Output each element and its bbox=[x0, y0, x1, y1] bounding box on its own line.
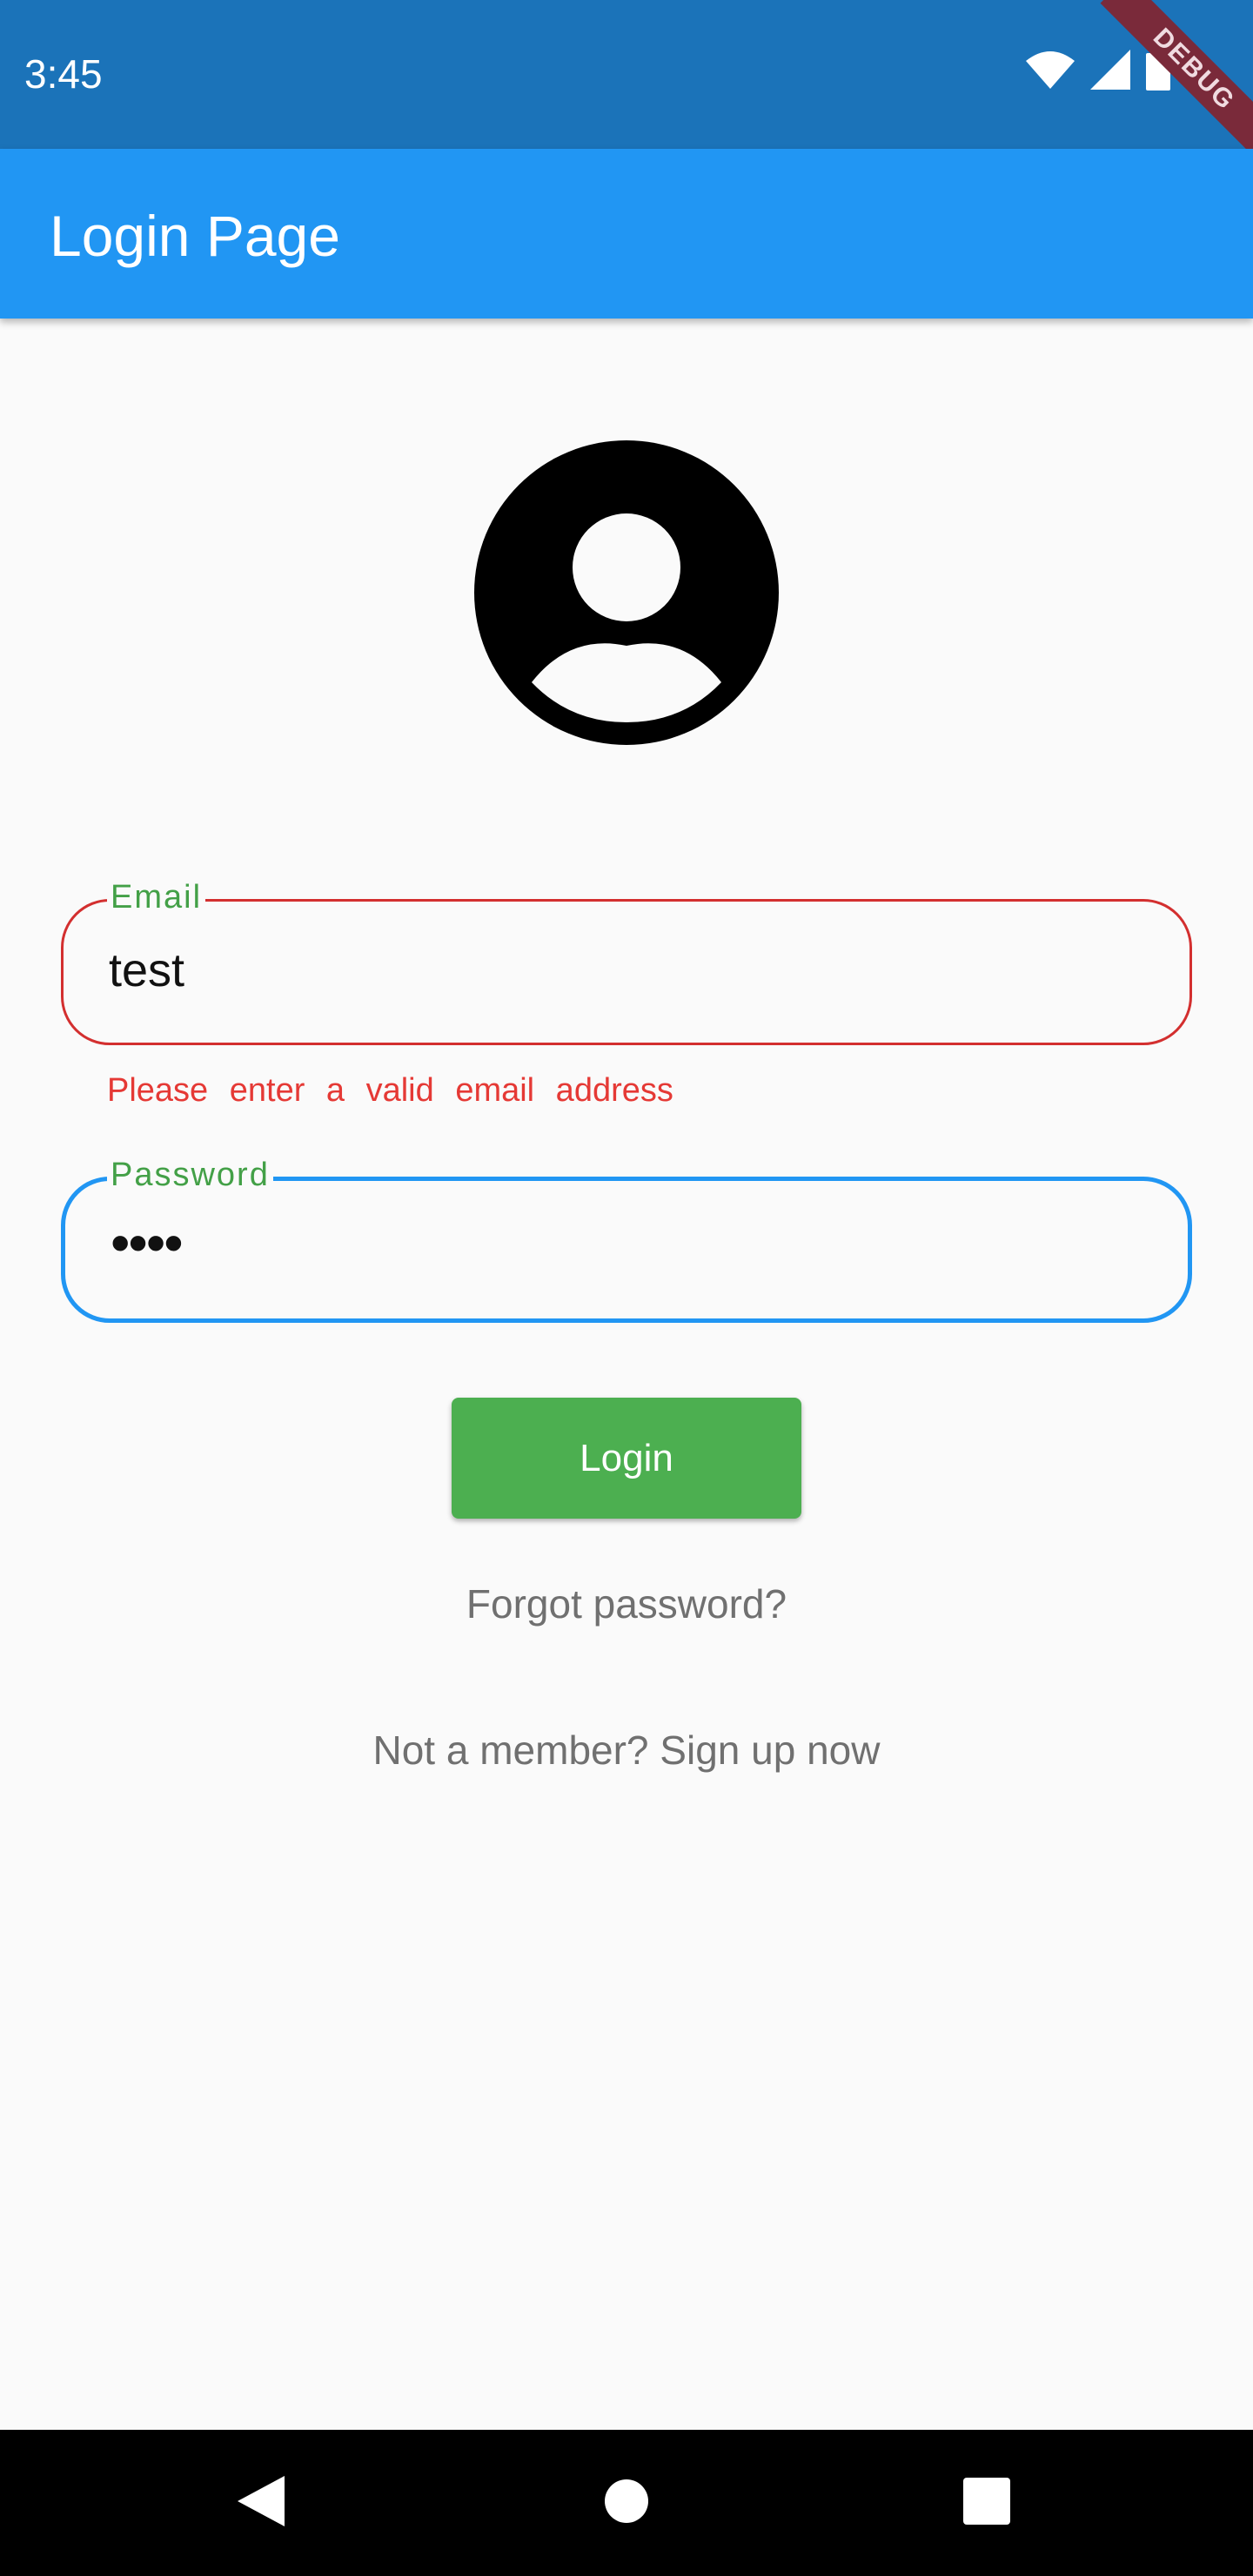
status-time: 3:45 bbox=[24, 51, 103, 97]
account-circle-icon bbox=[474, 440, 779, 745]
back-icon bbox=[238, 2475, 285, 2531]
email-label: Email bbox=[107, 878, 206, 916]
recents-button[interactable] bbox=[917, 2430, 1056, 2576]
status-bar: 3:45 bbox=[0, 0, 1253, 149]
login-button[interactable]: Login bbox=[452, 1398, 801, 1519]
navigation-bar bbox=[0, 2430, 1253, 2576]
wifi-icon bbox=[1026, 50, 1075, 89]
app-bar: Login Page bbox=[0, 149, 1253, 319]
cell-signal-icon bbox=[1090, 50, 1130, 90]
password-field[interactable]: Password •••• bbox=[61, 1156, 1192, 1323]
forgot-password-link[interactable]: Forgot password? bbox=[0, 1580, 1253, 1627]
back-button[interactable] bbox=[191, 2430, 331, 2576]
password-label: Password bbox=[107, 1156, 273, 1194]
email-input-value[interactable]: test bbox=[109, 943, 184, 997]
status-icons bbox=[1026, 49, 1170, 91]
home-button[interactable] bbox=[557, 2430, 696, 2576]
battery-icon bbox=[1146, 49, 1170, 91]
page-title: Login Page bbox=[50, 204, 340, 268]
password-input-value[interactable]: •••• bbox=[111, 1211, 184, 1275]
email-field[interactable]: Email test bbox=[61, 878, 1192, 1045]
email-error-text: Please enter a valid email address bbox=[107, 1072, 673, 1109]
home-icon bbox=[604, 2479, 649, 2528]
recents-icon bbox=[963, 2477, 1010, 2529]
screen: 3:45 DEBUG Login Page Email test Please … bbox=[0, 0, 1253, 2576]
sign-up-link[interactable]: Not a member? Sign up now bbox=[0, 1727, 1253, 1774]
